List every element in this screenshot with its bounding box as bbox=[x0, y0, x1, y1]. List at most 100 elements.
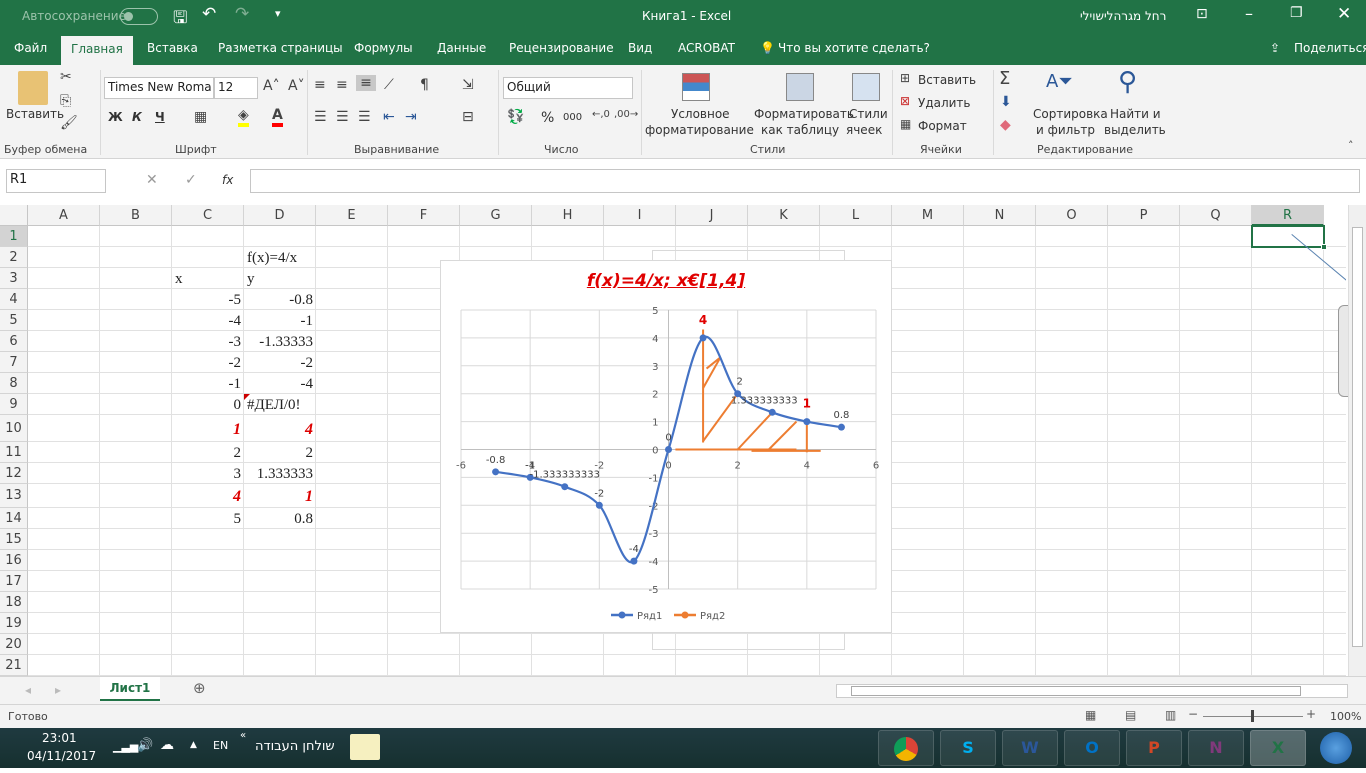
decrease-decimal-icon[interactable]: ,00→ bbox=[614, 109, 638, 120]
tab-file[interactable]: Файл bbox=[14, 41, 47, 55]
align-center-icon[interactable]: ☰ bbox=[336, 109, 349, 125]
prev-sheet-icon[interactable]: ◂ bbox=[25, 683, 31, 697]
column-header-O[interactable]: O bbox=[1036, 205, 1108, 226]
column-header-I[interactable]: I bbox=[604, 205, 676, 226]
tab-data[interactable]: Данные bbox=[437, 41, 486, 55]
vertical-scrollbar[interactable] bbox=[1348, 205, 1366, 676]
decrease-indent-icon[interactable]: ⇤ bbox=[383, 109, 395, 125]
font-size-select[interactable]: 12 bbox=[214, 77, 258, 99]
wrap-text-icon[interactable]: ⇲ bbox=[462, 77, 474, 93]
align-middle-icon[interactable]: ≡ bbox=[336, 77, 348, 93]
confirm-entry-icon[interactable]: ✓ bbox=[185, 172, 197, 188]
tab-insert[interactable]: Вставка bbox=[147, 41, 198, 55]
close-icon[interactable]: ✕ bbox=[1337, 4, 1351, 24]
cell-C7[interactable]: -2 bbox=[172, 352, 244, 373]
taskbar-app-chrome[interactable] bbox=[878, 730, 934, 766]
row-header-18[interactable]: 18 bbox=[0, 592, 28, 613]
taskbar-app-outlook[interactable]: O bbox=[1064, 730, 1120, 766]
conditional-formatting-line1[interactable]: Условное bbox=[671, 107, 730, 121]
chevron-icon[interactable]: « bbox=[240, 730, 246, 741]
align-bottom-icon[interactable]: ≡ bbox=[356, 75, 376, 91]
row-header-9[interactable]: 9 bbox=[0, 394, 28, 415]
page-break-view-icon[interactable]: ▥ bbox=[1165, 708, 1176, 722]
row-header-17[interactable]: 17 bbox=[0, 571, 28, 592]
autosum-icon[interactable]: Σ bbox=[999, 68, 1010, 89]
redo-icon[interactable]: ↷ bbox=[235, 4, 249, 24]
bold-button[interactable]: Ж bbox=[108, 110, 123, 124]
tab-acrobat[interactable]: ACROBAT bbox=[678, 41, 735, 55]
delete-cells-icon[interactable]: ⊠ bbox=[900, 94, 910, 108]
save-icon[interactable]: 🖫 bbox=[173, 5, 187, 34]
paste-icon[interactable] bbox=[18, 71, 48, 105]
taskbar-app-excel[interactable]: X bbox=[1250, 730, 1306, 766]
ribbon-display-icon[interactable]: ⊡ bbox=[1196, 6, 1208, 22]
row-header-12[interactable]: 12 bbox=[0, 463, 28, 484]
formula-input[interactable] bbox=[250, 169, 1360, 193]
insert-cells-button[interactable]: Вставить bbox=[918, 73, 976, 87]
cell-C14[interactable]: 5 bbox=[172, 508, 244, 529]
row-header-3[interactable]: 3 bbox=[0, 268, 28, 289]
page-layout-view-icon[interactable]: ▤ bbox=[1125, 708, 1136, 722]
cell-D4[interactable]: -0.8 bbox=[244, 289, 316, 310]
cell-C9[interactable]: 0 bbox=[172, 394, 244, 415]
desktop-toolbar[interactable]: שולחן העבודה bbox=[255, 739, 335, 754]
tab-review[interactable]: Рецензирование bbox=[509, 41, 614, 55]
cell-styles-line1[interactable]: Стили bbox=[849, 107, 888, 121]
next-sheet-icon[interactable]: ▸ bbox=[55, 683, 61, 697]
select-all-button[interactable] bbox=[0, 205, 28, 226]
column-header-E[interactable]: E bbox=[316, 205, 388, 226]
number-format-select[interactable]: Общий bbox=[503, 77, 633, 99]
insert-cells-icon[interactable]: ⊞ bbox=[900, 71, 910, 85]
cut-icon[interactable]: ✂ bbox=[60, 69, 72, 85]
cell-D5[interactable]: -1 bbox=[244, 310, 316, 331]
tab-formulas[interactable]: Формулы bbox=[354, 41, 413, 55]
horizontal-scroll-thumb[interactable] bbox=[851, 686, 1301, 696]
format-as-table-line2[interactable]: как таблицу bbox=[761, 123, 839, 137]
decrease-font-icon[interactable]: A˅ bbox=[288, 78, 305, 94]
column-header-R[interactable]: R bbox=[1252, 205, 1324, 226]
sheet-tab-1[interactable]: Лист1 bbox=[100, 677, 160, 701]
row-header-7[interactable]: 7 bbox=[0, 352, 28, 373]
taskbar-app-powerpoint[interactable]: P bbox=[1126, 730, 1182, 766]
cell-styles-line2[interactable]: ячеек bbox=[846, 123, 882, 137]
error-indicator[interactable] bbox=[244, 394, 250, 400]
borders-icon[interactable]: ▦ bbox=[194, 109, 207, 125]
minimize-icon[interactable]: – bbox=[1245, 4, 1253, 23]
user-name[interactable]: רחל מגרהלישוילי bbox=[1080, 9, 1166, 23]
cell-D6[interactable]: -1.33333 bbox=[244, 331, 316, 352]
column-header-N[interactable]: N bbox=[964, 205, 1036, 226]
cell-C3[interactable]: x bbox=[172, 268, 244, 289]
row-header-10[interactable]: 10 bbox=[0, 415, 28, 442]
align-left-icon[interactable]: ☰ bbox=[314, 109, 327, 125]
format-as-table-icon[interactable] bbox=[786, 73, 814, 101]
chart[interactable]: f(x)=4/x; x€[1,4] -6 -4 -2 0 2 4 6 -5 -4 -3 -2 -1 0 1… bbox=[440, 260, 892, 633]
cell-C4[interactable]: -5 bbox=[172, 289, 244, 310]
increase-indent-icon[interactable]: ⇥ bbox=[405, 109, 417, 125]
increase-font-icon[interactable]: A˄ bbox=[263, 78, 280, 94]
font-name-select[interactable]: Times New Roma bbox=[104, 77, 214, 99]
conditional-formatting-line2[interactable]: форматирование bbox=[645, 123, 754, 137]
collapse-ribbon-icon[interactable]: ˄ bbox=[1348, 139, 1354, 152]
row-header-5[interactable]: 5 bbox=[0, 310, 28, 331]
autosave-toggle[interactable] bbox=[120, 8, 158, 25]
onedrive-icon[interactable]: ☁ bbox=[160, 737, 174, 753]
cell-C5[interactable]: -4 bbox=[172, 310, 244, 331]
cell-C12[interactable]: 3 bbox=[172, 463, 244, 484]
restore-icon[interactable]: ❐ bbox=[1290, 5, 1303, 21]
normal-view-icon[interactable]: ▦ bbox=[1085, 708, 1096, 722]
column-header-A[interactable]: A bbox=[28, 205, 100, 226]
cell-C10[interactable]: 1 bbox=[172, 415, 244, 442]
vertical-scroll-thumb[interactable] bbox=[1352, 227, 1363, 647]
clock-time[interactable]: 23:01 bbox=[42, 731, 77, 745]
row-header-16[interactable]: 16 bbox=[0, 550, 28, 571]
cell-D3[interactable]: y bbox=[244, 268, 316, 289]
zoom-out-icon[interactable]: − bbox=[1188, 707, 1198, 721]
cell-C8[interactable]: -1 bbox=[172, 373, 244, 394]
taskbar-app-word[interactable]: W bbox=[1002, 730, 1058, 766]
find-select-line1[interactable]: Найти и bbox=[1110, 107, 1161, 121]
cell-D9[interactable]: #ДЕЛ/0! bbox=[244, 394, 316, 415]
cell-D13[interactable]: 1 bbox=[244, 484, 316, 508]
column-header-F[interactable]: F bbox=[388, 205, 460, 226]
column-header-C[interactable]: C bbox=[172, 205, 244, 226]
cancel-entry-icon[interactable]: ✕ bbox=[146, 172, 158, 188]
